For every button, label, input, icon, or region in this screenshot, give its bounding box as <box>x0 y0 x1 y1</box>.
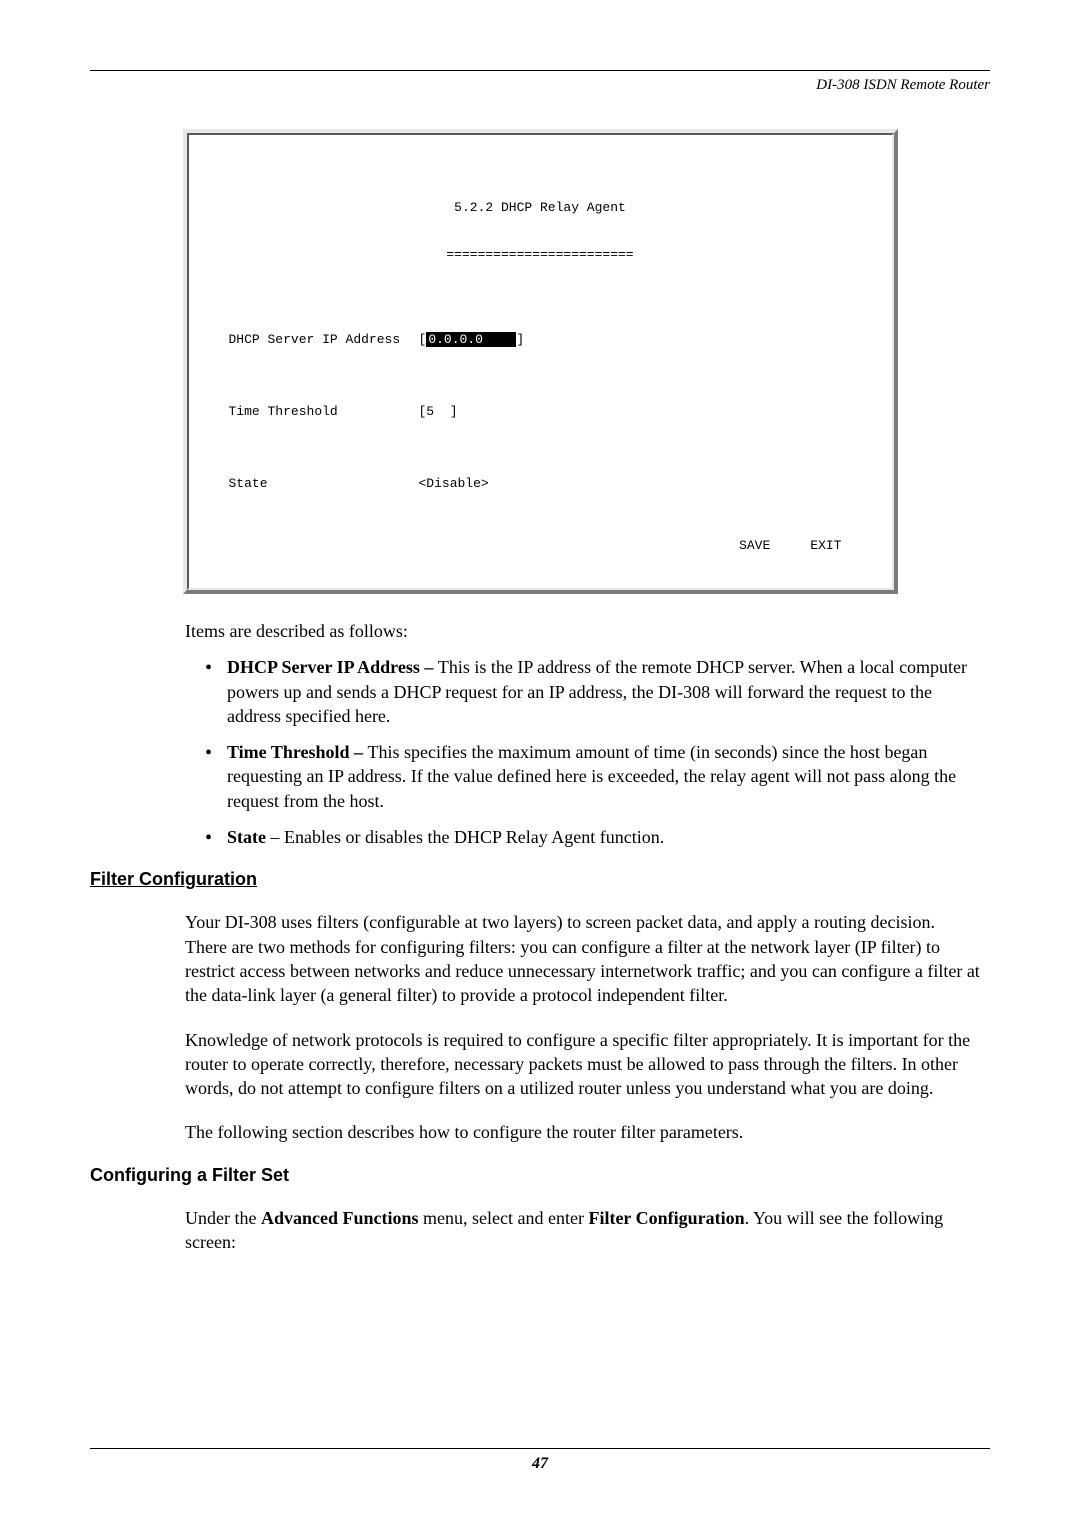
save-button[interactable]: SAVE <box>739 538 770 553</box>
description-list: DHCP Server IP Address – This is the IP … <box>205 655 980 849</box>
page-number: 47 <box>90 1455 990 1473</box>
ip-value-wrap: [0.0.0.0] <box>419 332 525 347</box>
filter-paragraph-2: Knowledge of network protocols is requir… <box>185 1028 980 1101</box>
section-heading-configuring: Configuring a Filter Set <box>90 1165 990 1186</box>
config-text-a: Under the <box>185 1208 261 1228</box>
state-value[interactable]: <Disable> <box>419 476 489 491</box>
config-paragraph-1: Under the Advanced Functions menu, selec… <box>185 1206 980 1255</box>
document-page: DI-308 ISDN Remote Router 5.2.2 DHCP Rel… <box>0 0 1080 1324</box>
time-value[interactable]: [5 ] <box>419 404 458 419</box>
list-item: Time Threshold – This specifies the maxi… <box>205 740 980 813</box>
body-content: Items are described as follows: DHCP Ser… <box>185 619 980 849</box>
terminal-title-underline: ======================== <box>229 247 852 262</box>
list-item: State – Enables or disables the DHCP Rel… <box>205 825 980 849</box>
state-label: State <box>229 476 419 491</box>
config-section-body: Under the Advanced Functions menu, selec… <box>185 1206 980 1255</box>
header-product-name: DI-308 ISDN Remote Router <box>90 77 990 94</box>
ip-label: DHCP Server IP Address <box>229 332 419 347</box>
item-text-state: – Enables or disables the DHCP Relay Age… <box>266 827 664 847</box>
footer-rule <box>90 1448 990 1449</box>
header-rule <box>90 70 990 71</box>
time-label: Time Threshold <box>229 404 419 419</box>
exit-button[interactable]: EXIT <box>810 538 841 553</box>
terminal-row-time: Time Threshold [5 ] <box>229 404 852 419</box>
terminal-footer: SAVE EXIT <box>739 538 841 553</box>
terminal-window: 5.2.2 DHCP Relay Agent =================… <box>183 129 898 594</box>
item-label-time: Time Threshold – <box>227 742 368 762</box>
terminal-title: 5.2.2 DHCP Relay Agent <box>229 200 852 215</box>
terminal-row-state: State <Disable> <box>229 476 852 491</box>
item-label-dhcp: DHCP Server IP Address – <box>227 657 438 677</box>
terminal-row-ip: DHCP Server IP Address [0.0.0.0] <box>229 332 852 347</box>
filter-paragraph-3: The following section describes how to c… <box>185 1120 980 1144</box>
filter-section-body: Your DI-308 uses filters (configurable a… <box>185 910 980 1144</box>
terminal-content: 5.2.2 DHCP Relay Agent =================… <box>187 133 894 590</box>
page-footer: 47 <box>90 1448 990 1473</box>
section-heading-filter: Filter Configuration <box>90 869 990 890</box>
filter-paragraph-1: Your DI-308 uses filters (configurable a… <box>185 910 980 1007</box>
intro-text: Items are described as follows: <box>185 619 980 643</box>
list-item: DHCP Server IP Address – This is the IP … <box>205 655 980 728</box>
item-label-state: State <box>227 827 266 847</box>
ip-input-field[interactable]: 0.0.0.0 <box>426 332 516 347</box>
config-text-b: Advanced Functions <box>261 1208 419 1228</box>
config-text-c: menu, select and enter <box>419 1208 589 1228</box>
config-text-d: Filter Configuration <box>588 1208 744 1228</box>
